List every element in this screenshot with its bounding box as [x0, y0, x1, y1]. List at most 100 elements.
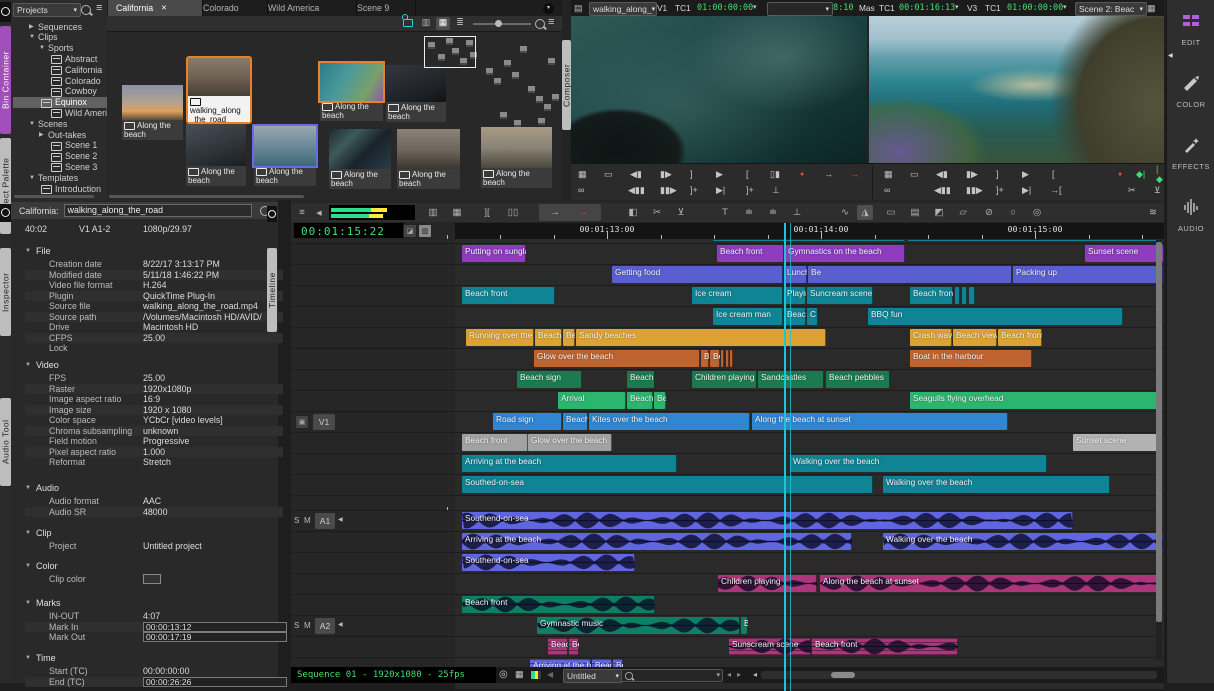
- circle-icon[interactable]: ○: [1005, 205, 1021, 220]
- transport-fwd-10[interactable]: ▮▮▶: [660, 183, 677, 197]
- chevron-down-icon[interactable]: ▾: [955, 3, 959, 11]
- transport-record[interactable]: ●: [800, 167, 804, 181]
- thumb-view-icon[interactable]: ▦: [436, 17, 450, 30]
- solo-label[interactable]: S: [294, 621, 299, 630]
- tc-row-button-1[interactable]: ◪: [403, 224, 417, 238]
- cut-scissors[interactable]: ✂: [649, 205, 665, 220]
- tc-row-button-2[interactable]: ▥: [418, 224, 432, 238]
- mute-label[interactable]: M: [304, 621, 311, 630]
- transport-out-plus-r[interactable]: ]+: [996, 183, 1004, 197]
- mute-label[interactable]: M: [304, 516, 311, 525]
- track-lane-V2[interactable]: Arriving at the beachWalking over the be…: [455, 454, 1164, 474]
- timeline-clip-beach[interactable]: Beach: [784, 308, 806, 325]
- timeline-clip-beach-front[interactable]: Beach front: [910, 287, 953, 304]
- timeline-edge-menu-button[interactable]: [267, 206, 277, 222]
- film-icon[interactable]: ▤: [907, 205, 923, 220]
- timeline-clip[interactable]: [713, 240, 905, 241]
- timeline-clip[interactable]: [962, 287, 967, 304]
- search-icon[interactable]: [81, 5, 91, 15]
- dual-roller[interactable]: ▯▯: [505, 205, 521, 220]
- tree-item-sports[interactable]: ▼Sports: [23, 43, 117, 54]
- disclosure-triangle-icon[interactable]: ▼: [29, 34, 35, 40]
- video-quality-button[interactable]: ▦: [515, 669, 524, 680]
- disclosure-triangle-icon[interactable]: ▼: [29, 121, 35, 127]
- search-prev-icon[interactable]: ◂: [727, 670, 731, 679]
- timeline-clip-road-sign[interactable]: Road sign: [493, 413, 562, 430]
- track-lane-V8[interactable]: Running over the sBeachBeSandy beachesCr…: [455, 328, 1164, 348]
- timeline-clip-kites-over-the-beach[interactable]: Kites over the beach: [589, 413, 750, 430]
- thumbnail-size-slider[interactable]: [473, 23, 531, 25]
- track-lane-V9[interactable]: Ice cream manBeachCBBQ fun: [455, 307, 1164, 327]
- row-value-input[interactable]: 00:00:17:19: [143, 632, 287, 642]
- disclosure-triangle-icon[interactable]: ▶: [29, 23, 34, 30]
- bin-clip-card[interactable]: Along the beach: [254, 126, 316, 186]
- transport-mark-in-r[interactable]: [: [1052, 167, 1055, 181]
- transport-mark-out-r[interactable]: ]: [996, 167, 999, 181]
- timeline-clip-sandcastles[interactable]: Sandcastles: [758, 371, 824, 388]
- track-lane-V3[interactable]: Beach frontGlow over the beachSunset sce…: [455, 433, 1164, 453]
- track-lane-Vtop[interactable]: [455, 239, 1164, 243]
- transport-cut-r[interactable]: ✂: [1128, 183, 1136, 197]
- track-lane-TC1[interactable]: [455, 496, 1164, 510]
- meter-mini-icon[interactable]: [531, 671, 541, 679]
- timeline-clip-gymnastic-music[interactable]: Gymnastic music: [537, 617, 740, 634]
- timeline-clip-beach-front[interactable]: Beach front: [998, 329, 1042, 346]
- timeline-clip-beach[interactable]: Beach: [535, 329, 562, 346]
- bin-clip-card[interactable]: Along the beach: [320, 63, 383, 121]
- transport-step-back-r[interactable]: ◀▮: [936, 167, 948, 181]
- tree-item-cowboy[interactable]: Cowboy: [23, 86, 117, 97]
- tree-item-wild-america[interactable]: Wild America: [23, 107, 117, 118]
- timeline-edge-tab[interactable]: Timeline: [267, 248, 277, 332]
- timeline-search-field[interactable]: ▾: [621, 669, 723, 682]
- tree-item-scene-2[interactable]: Scene 2: [23, 151, 117, 162]
- transport-back-10[interactable]: ◀▮▮: [628, 183, 645, 197]
- timeline-clip-getting-food[interactable]: Getting food: [612, 266, 783, 283]
- timeline-clip-beac[interactable]: Beac: [548, 638, 568, 655]
- timeline-vscrollbar-thumb[interactable]: [1156, 242, 1162, 622]
- transport-play-to-out[interactable]: ▶|: [716, 183, 725, 197]
- transport-loop-r[interactable]: ∞: [884, 183, 890, 197]
- transport-loop[interactable]: ∞: [578, 183, 584, 197]
- clip-thumbnail[interactable]: [186, 124, 246, 166]
- transport-tool-r[interactable]: ⊻: [1154, 183, 1161, 197]
- timeline-clip-gymnastics-on-the-beach[interactable]: Gymnastics on the beach: [785, 245, 905, 262]
- bin-clip-card[interactable]: walking_along_the_road: [188, 58, 250, 122]
- trim-top[interactable]: ≐: [741, 205, 757, 220]
- bin-tab-wild-america[interactable]: Wild America: [260, 0, 357, 16]
- bin-clip-card[interactable]: Along the beach: [186, 124, 246, 186]
- section-header-clip[interactable]: ▼Clip: [25, 528, 51, 538]
- track-lane-V5[interactable]: ArrivalBeachBeSeagulls flying overhead: [455, 391, 1164, 411]
- transport-go-in-r[interactable]: →[: [1050, 183, 1062, 197]
- track-lane-A1[interactable]: Southend-on-sea: [455, 511, 1164, 531]
- timeline-clip-be[interactable]: Be: [710, 350, 720, 367]
- curve-tool[interactable]: ∿: [837, 205, 853, 220]
- timeline-clip-playing[interactable]: Playing: [784, 287, 806, 304]
- source-patch-v1[interactable]: V1: [313, 414, 335, 430]
- clip-color-checkbox[interactable]: [143, 574, 161, 584]
- timeline-hscrollbar[interactable]: [761, 671, 1157, 679]
- projects-selector[interactable]: Projects▾: [13, 3, 81, 17]
- match-tool[interactable]: ⊻: [673, 205, 689, 220]
- timeline-clip-walking-over-the-beach[interactable]: Walking over the beach: [790, 455, 1047, 472]
- trim-mode[interactable]: ][: [479, 205, 495, 220]
- timeline-clip-walking-over-the-beach[interactable]: Walking over the beach: [883, 476, 1110, 493]
- workspace-color-button[interactable]: COLOR: [1167, 70, 1214, 120]
- timeline-clip-boat-in-the-harbour[interactable]: Boat in the harbour: [910, 350, 1032, 367]
- row-value-input[interactable]: 00:00:13:12: [143, 622, 287, 632]
- timeline-clip-beach-front[interactable]: Beach front: [462, 434, 528, 451]
- transport-toggle-source[interactable]: ▯▮: [770, 167, 780, 181]
- timeline-hscrollbar-thumb[interactable]: [831, 672, 855, 678]
- bin-clip-card[interactable]: Along the beach: [481, 127, 552, 188]
- source-monitor[interactable]: [571, 16, 867, 163]
- timeline-clip-beach-sign[interactable]: Beach sign: [517, 371, 582, 388]
- transport-grid-r[interactable]: ▦: [884, 167, 893, 181]
- timeline-clip-beach-view[interactable]: Beach view: [953, 329, 997, 346]
- timeline-clip-beach[interactable]: Beach: [563, 413, 588, 430]
- transport-grid[interactable]: ▦: [578, 167, 587, 181]
- speaker-muted-icon[interactable]: ◀: [547, 670, 553, 679]
- transport-fwd-10-r[interactable]: ▮▮▶: [966, 183, 983, 197]
- timeline-clip-b[interactable]: B: [741, 617, 748, 634]
- render-icon[interactable]: ◎: [1029, 205, 1045, 220]
- disclosure-triangle-icon[interactable]: ▶: [39, 131, 44, 138]
- search-next-icon[interactable]: ▸: [737, 670, 741, 679]
